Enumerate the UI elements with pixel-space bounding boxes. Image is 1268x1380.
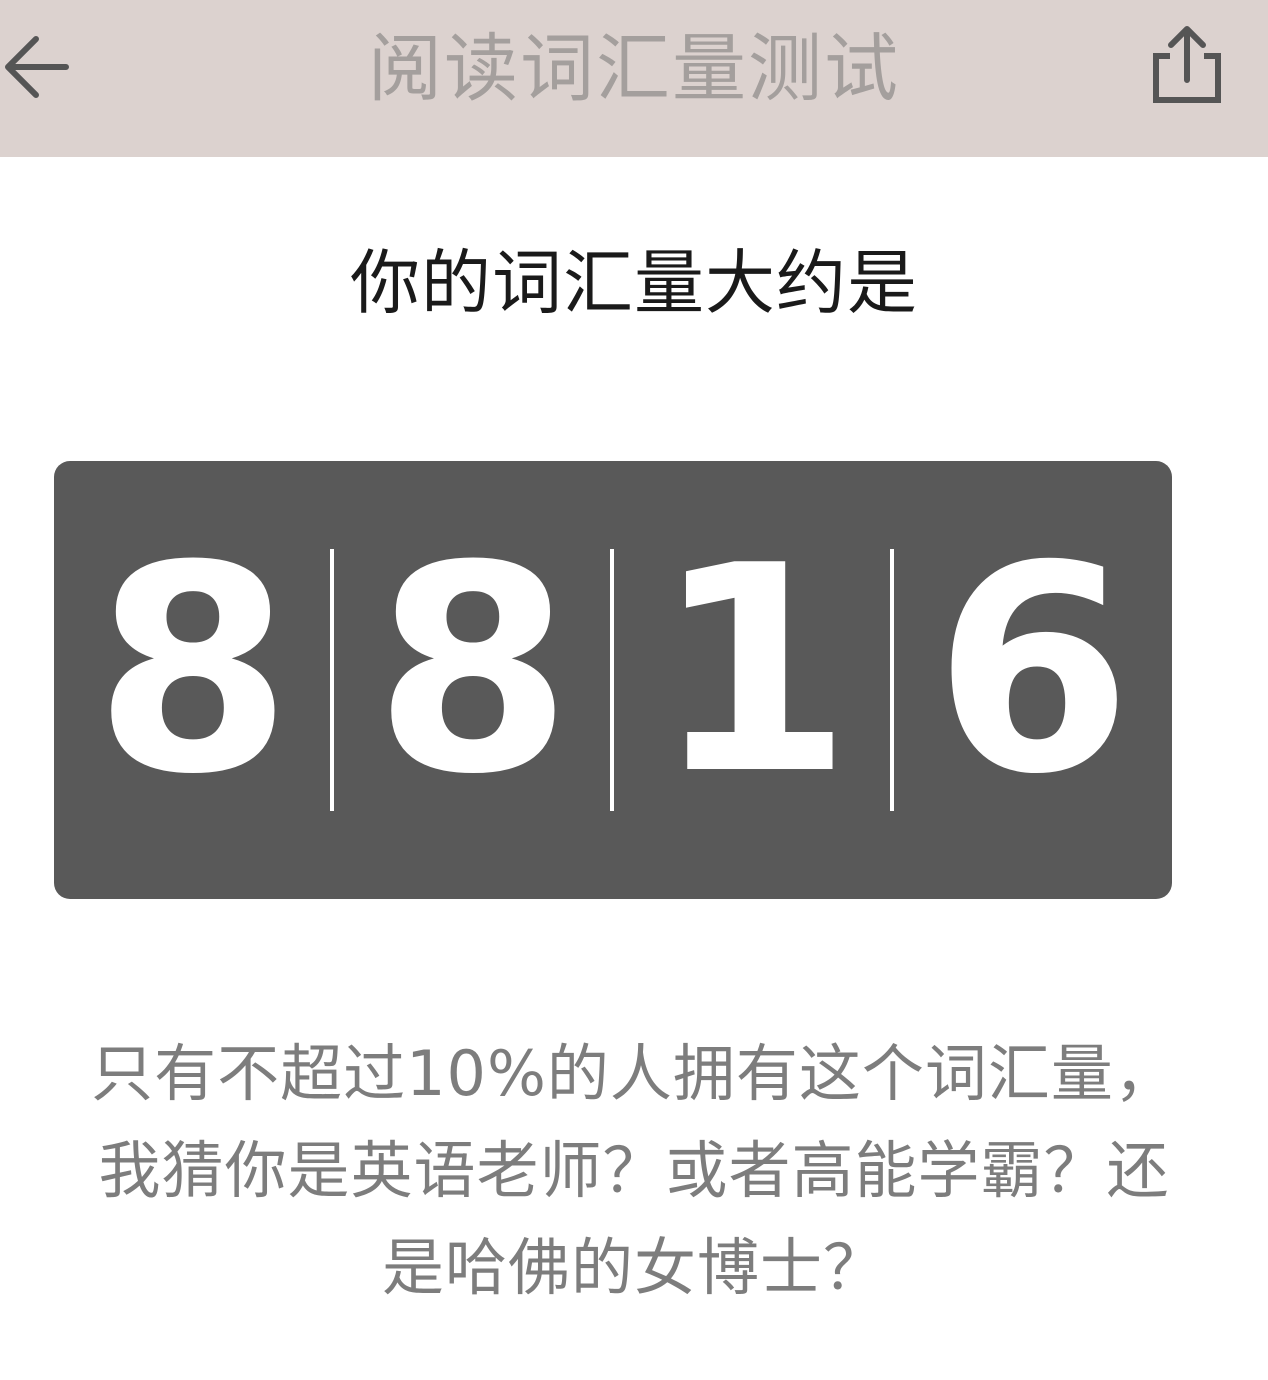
app-header: 阅读词汇量测试 [0,0,1268,157]
result-message: 只有不超过10%的人拥有这个词汇量，我猜你是英语老师？或者高能学霸？还是哈佛的女… [91,1037,1177,1304]
counter-digit: 1 [653,505,853,837]
share-icon [1153,26,1221,103]
result-subtitle: 你的词汇量大约是 [350,242,918,324]
page-title: 阅读词汇量测试 [368,26,900,112]
counter-digit: 6 [933,505,1133,837]
vocabulary-counter: 8 8 1 6 [54,461,1172,899]
counter-digit: 8 [373,505,573,837]
counter-digit: 8 [93,505,293,837]
share-button[interactable] [1140,18,1230,113]
